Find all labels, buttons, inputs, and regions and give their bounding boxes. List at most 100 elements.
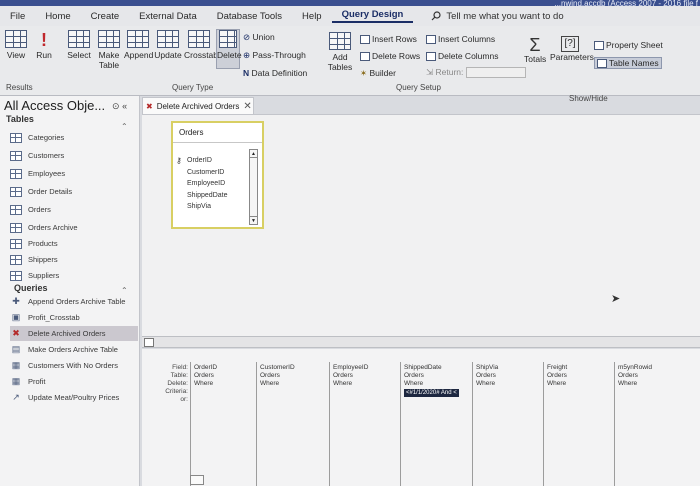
nav-query-profit[interactable]: ▦ Profit — [10, 374, 138, 389]
nav-menu-chevron-icon[interactable]: ⊙ — [112, 101, 120, 111]
nav-table-products[interactable]: Products — [10, 236, 138, 251]
splitter-handle[interactable] — [144, 338, 154, 347]
grid-column[interactable]: m5ynRowid Orders Where — [614, 362, 700, 486]
sigma-icon: Σ — [529, 35, 541, 55]
nav-pane-title[interactable]: All Access Obje... — [4, 98, 105, 113]
field-list-title[interactable]: Orders — [173, 123, 262, 143]
grid-table-cell[interactable]: Orders — [404, 372, 471, 380]
delete-columns-button[interactable]: Delete Columns — [426, 51, 498, 62]
delete-query-button[interactable]: Delete — [216, 29, 242, 69]
nav-table-orders[interactable]: Orders — [10, 202, 138, 217]
scroll-down-icon[interactable]: ▼ — [250, 216, 257, 224]
insert-columns-button[interactable]: Insert Columns — [426, 34, 495, 45]
tab-query-design[interactable]: Query Design — [331, 9, 414, 23]
pane-splitter[interactable] — [142, 336, 700, 348]
nav-table-suppliers[interactable]: Suppliers — [10, 268, 138, 283]
grid-delete-cell[interactable]: Where — [404, 380, 471, 388]
append-button[interactable]: Append — [124, 30, 153, 60]
field-shippeddate[interactable]: ShippedDate — [180, 190, 227, 202]
nav-query-profit-crosstab[interactable]: ▣ Profit_Crosstab — [10, 310, 138, 325]
grid-field-cell[interactable]: m5ynRowid — [618, 364, 700, 372]
tab-file[interactable]: File — [0, 11, 35, 22]
property-sheet-button[interactable]: Property Sheet — [594, 40, 663, 51]
nav-table-categories[interactable]: Categories — [10, 130, 138, 145]
tab-create[interactable]: Create — [81, 11, 130, 22]
tab-delete-archived-orders[interactable]: ✖ Delete Archived Orders ✕ — [142, 97, 254, 114]
queries-section-header[interactable]: Queries — [14, 283, 48, 293]
nav-table-order-details[interactable]: Order Details — [10, 184, 138, 199]
nav-query-update-meat-poultry[interactable]: ↗ Update Meat/Poultry Prices — [10, 390, 138, 405]
nav-query-customers-no-orders[interactable]: ▦ Customers With No Orders — [10, 358, 138, 373]
union-icon: ⊘ — [243, 32, 251, 42]
tab-home[interactable]: Home — [35, 11, 80, 22]
grid-field-cell[interactable]: ShippedDate — [404, 364, 471, 372]
scroll-up-icon[interactable]: ▲ — [250, 150, 257, 158]
grid-delete-cell[interactable]: Where — [260, 380, 328, 388]
update-button[interactable]: Update — [154, 30, 182, 60]
grid-column[interactable]: CustomerID Orders Where — [256, 362, 328, 486]
grid-delete-cell[interactable]: Where — [476, 380, 542, 388]
row-label-field: Field: — [172, 364, 188, 371]
grid-field-cell[interactable]: ShipVia — [476, 364, 542, 372]
grid-delete-cell[interactable]: Where — [547, 380, 613, 388]
run-button[interactable]: ! Run — [32, 30, 56, 60]
builder-button[interactable]: ✶ Builder — [360, 68, 396, 78]
union-button[interactable]: ⊘ Union — [243, 32, 275, 42]
make-table-button[interactable]: Make Table — [96, 30, 122, 70]
grid-field-cell[interactable]: EmployeeID — [333, 364, 399, 372]
insert-rows-button[interactable]: Insert Rows — [360, 34, 417, 45]
nav-table-employees[interactable]: Employees — [10, 166, 138, 181]
grid-column[interactable]: ShippedDate Orders Where <#1/1/2020# And… — [400, 362, 471, 486]
field-orderid[interactable]: OrderID — [180, 155, 227, 167]
grid-column[interactable]: EmployeeID Orders Where — [329, 362, 399, 486]
nav-table-orders-archive[interactable]: Orders Archive — [10, 220, 138, 235]
delete-rows-button[interactable]: Delete Rows — [360, 51, 420, 62]
data-definition-button[interactable]: N Data Definition — [243, 68, 307, 78]
grid-column[interactable]: Freight Orders Where — [543, 362, 613, 486]
tab-database-tools[interactable]: Database Tools — [207, 11, 292, 22]
field-shipvia[interactable]: ShipVia — [180, 201, 227, 213]
grid-table-cell[interactable]: Orders — [476, 372, 542, 380]
return-control[interactable]: ⇲ Return: — [426, 67, 526, 79]
select-query-button[interactable]: Select — [66, 30, 92, 60]
nav-table-shippers[interactable]: Shippers — [10, 252, 138, 267]
field-employeeid[interactable]: EmployeeID — [180, 178, 227, 190]
grid-criteria-cell[interactable]: <#1/1/2020# And < — [404, 389, 459, 397]
grid-horizontal-scrollbar[interactable] — [190, 475, 204, 485]
view-button[interactable]: View — [4, 30, 28, 60]
collapse-pane-icon[interactable]: « — [122, 101, 127, 111]
table-icon — [10, 186, 22, 197]
crosstab-button[interactable]: Crosstab — [184, 30, 218, 60]
nav-table-customers[interactable]: Customers — [10, 148, 138, 163]
parameters-button[interactable]: [?] Parameters — [550, 36, 594, 62]
tab-external-data[interactable]: External Data — [129, 11, 207, 22]
totals-button[interactable]: Σ Totals — [524, 36, 546, 64]
nav-query-make-orders-archive[interactable]: ▤ Make Orders Archive Table — [10, 342, 138, 357]
grid-table-cell[interactable]: Orders — [194, 372, 255, 380]
grid-column[interactable]: ShipVia Orders Where — [472, 362, 542, 486]
orders-field-list[interactable]: Orders ⚷ OrderID CustomerID EmployeeID S… — [171, 121, 264, 229]
grid-table-cell[interactable]: Orders — [333, 372, 399, 380]
tables-section-header[interactable]: Tables — [6, 114, 34, 124]
nav-query-append-orders-archive[interactable]: ✚ Append Orders Archive Table — [10, 294, 138, 309]
add-tables-button[interactable]: Add Tables — [326, 32, 354, 72]
field-customerid[interactable]: CustomerID — [180, 167, 227, 179]
grid-field-cell[interactable]: Freight — [547, 364, 613, 372]
tab-help[interactable]: Help — [292, 11, 332, 22]
table-names-button[interactable]: Table Names — [594, 57, 662, 70]
return-dropdown[interactable] — [465, 67, 526, 79]
grid-table-cell[interactable]: Orders — [618, 372, 700, 380]
grid-delete-cell[interactable]: Where — [333, 380, 399, 388]
grid-table-cell[interactable]: Orders — [547, 372, 613, 380]
pass-through-button[interactable]: ⊕ Pass-Through — [243, 50, 306, 60]
field-list-scrollbar[interactable]: ▲ ▼ — [249, 149, 258, 225]
tell-me-box[interactable]: Tell me what you want to do — [413, 11, 564, 22]
grid-table-cell[interactable]: Orders — [260, 372, 328, 380]
close-icon[interactable]: ✕ — [243, 101, 251, 112]
grid-field-cell[interactable]: CustomerID — [260, 364, 328, 372]
grid-field-cell[interactable]: OrderID — [194, 364, 255, 372]
grid-delete-cell[interactable]: Where — [618, 380, 700, 388]
grid-column[interactable]: OrderID Orders Where — [190, 362, 255, 486]
grid-delete-cell[interactable]: Where — [194, 380, 255, 388]
nav-query-delete-archived-orders[interactable]: ✖ Delete Archived Orders — [10, 326, 138, 341]
